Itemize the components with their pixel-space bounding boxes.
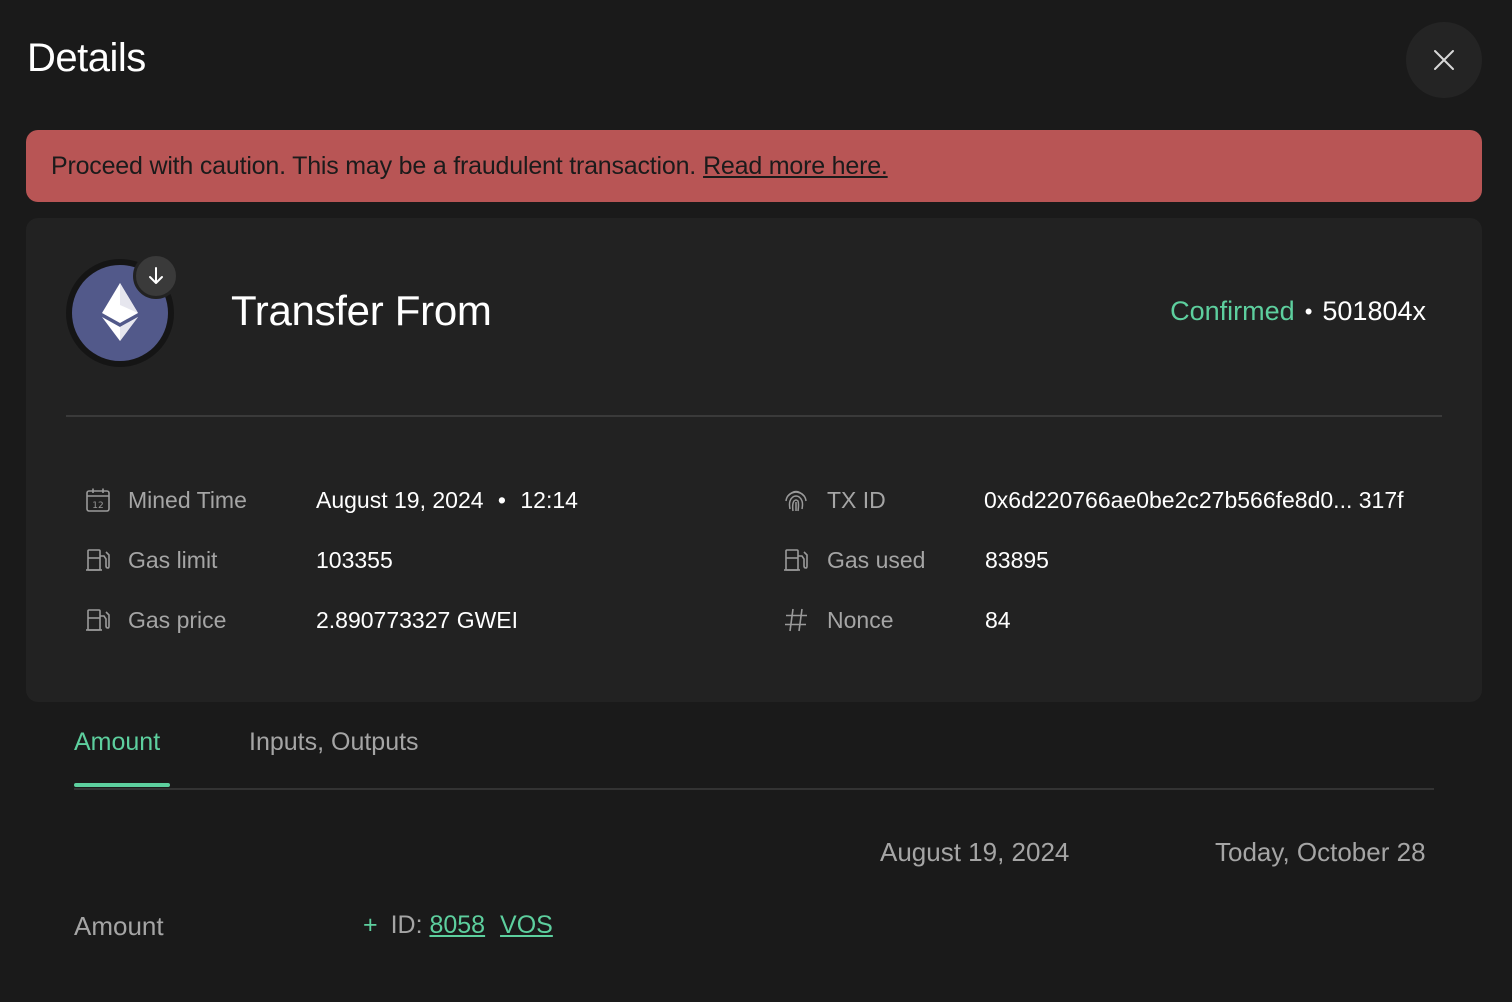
gas-limit-label: Gas limit: [128, 546, 218, 573]
direction-badge: [133, 253, 179, 299]
nonce-label: Nonce: [827, 606, 894, 633]
tx-id-label: TX ID: [827, 486, 886, 513]
amount-row-value: + ID: 8058 VOS: [363, 911, 553, 940]
gas-used-row: Gas used 83895: [782, 540, 1442, 580]
gas-used-value: 83895: [985, 546, 1049, 573]
fingerprint-icon: [782, 486, 810, 514]
fraud-warning-banner: Proceed with caution. This may be a frau…: [26, 130, 1482, 202]
hash-icon: [782, 606, 810, 634]
gas-limit-value: 103355: [316, 546, 393, 573]
transaction-status: Confirmed • 501804x: [1170, 296, 1426, 327]
arrow-down-icon: [149, 267, 163, 284]
page-title: Details: [27, 36, 146, 80]
nonce-row: Nonce 84: [782, 600, 1442, 640]
mined-time-row: 12 Mined Time August 19, 2024 • 12:14: [84, 480, 724, 520]
gas-pump-icon: [84, 546, 112, 574]
amount-row-label: Amount: [74, 911, 164, 941]
confirmations-count: 501804x: [1322, 296, 1426, 326]
tx-id-row: TX ID 0x6d220766ae0be2c27b566fe8d0... 31…: [782, 480, 1442, 520]
gas-price-label: Gas price: [128, 606, 227, 633]
calendar-icon: 12: [84, 486, 112, 514]
tx-id-value[interactable]: 0x6d220766ae0be2c27b566fe8d0... 317f: [984, 487, 1404, 514]
gas-pump-icon: [782, 546, 810, 574]
column-header-mined-date: August 19, 2024: [880, 837, 1070, 867]
read-more-link[interactable]: Read more here.: [703, 152, 888, 181]
detail-tabs: Amount Inputs, Outputs: [74, 722, 1434, 790]
status-separator: •: [1304, 298, 1313, 324]
column-header-today: Today, October 28: [1215, 837, 1426, 867]
warning-message: Proceed with caution. This may be a frau…: [51, 151, 697, 180]
svg-text:12: 12: [92, 501, 103, 511]
gas-limit-row: Gas limit 103355: [84, 540, 724, 580]
gas-price-row: Gas price 2.890773327 GWEI: [84, 600, 724, 640]
ethereum-icon: [102, 283, 138, 341]
status-badge: Confirmed: [1170, 296, 1295, 326]
gas-price-value: 2.890773327 GWEI: [316, 606, 519, 633]
id-prefix: ID:: [390, 911, 423, 939]
active-tab-indicator: [74, 783, 170, 787]
transaction-title: Transfer From: [231, 287, 492, 334]
tab-amount[interactable]: Amount: [74, 728, 160, 757]
close-button[interactable]: [1406, 22, 1482, 98]
card-divider: [66, 415, 1442, 417]
gas-used-label: Gas used: [827, 546, 926, 573]
mined-time-value: August 19, 2024 • 12:14: [316, 486, 578, 513]
details-page: Details Proceed with caution. This may b…: [0, 0, 1512, 1002]
token-symbol-link[interactable]: VOS: [500, 911, 553, 939]
close-icon: [1434, 50, 1454, 70]
nonce-value: 84: [985, 606, 1011, 633]
token-id-link[interactable]: 8058: [429, 911, 485, 939]
plus-icon: +: [363, 911, 378, 939]
gas-pump-icon: [84, 606, 112, 634]
tab-inputs-outputs[interactable]: Inputs, Outputs: [249, 728, 419, 757]
mined-time-label: Mined Time: [128, 486, 247, 513]
